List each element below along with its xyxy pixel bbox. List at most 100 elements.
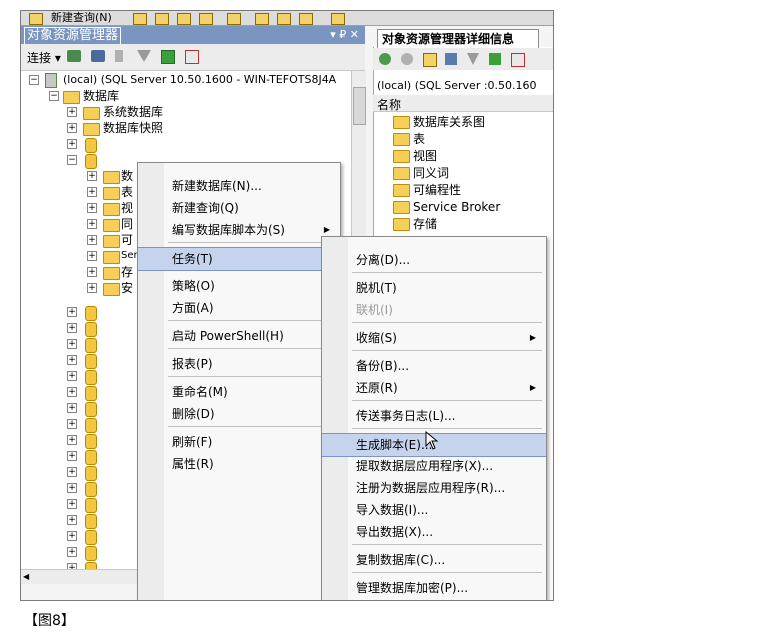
search-icon[interactable] — [511, 53, 525, 67]
tree-child-item[interactable]: 安 — [121, 280, 133, 296]
expand-icon[interactable]: + — [67, 483, 77, 493]
expand-icon[interactable]: + — [87, 219, 97, 229]
connect-button[interactable]: 连接 ▾ — [27, 49, 61, 66]
context-menu-item[interactable]: 刷新(F) — [138, 431, 340, 453]
toolbar-icon[interactable] — [255, 13, 269, 25]
refresh-icon[interactable] — [489, 53, 501, 65]
expand-icon[interactable]: + — [67, 107, 77, 117]
tasks-menu-item[interactable]: 导入数据(I)... — [322, 499, 546, 521]
expand-icon[interactable]: + — [67, 419, 77, 429]
expand-icon[interactable]: + — [67, 339, 77, 349]
expand-icon[interactable]: + — [87, 187, 97, 197]
scroll-left-icon[interactable]: ◀ — [23, 572, 29, 581]
sync-icon[interactable] — [445, 53, 457, 65]
tasks-menu-item[interactable]: 管理数据库加密(P)... — [322, 577, 546, 599]
expand-icon[interactable]: + — [67, 435, 77, 445]
toolbar-icon[interactable] — [199, 13, 213, 25]
context-menu-item[interactable]: 重命名(M) — [138, 381, 340, 403]
context-menu-item[interactable]: 属性(R) — [138, 453, 340, 475]
tasks-menu-item[interactable]: 提取数据层应用程序(X)... — [322, 455, 546, 477]
toolbar-icon[interactable] — [133, 13, 147, 25]
expand-icon[interactable]: + — [67, 387, 77, 397]
tasks-menu-item[interactable]: 传送事务日志(L)... — [322, 405, 546, 427]
details-tab[interactable]: 对象资源管理器详细信息 — [377, 29, 539, 48]
toolbar-icon[interactable] — [299, 13, 313, 25]
details-item[interactable]: 可编程性 — [413, 182, 461, 198]
toolbar-icon[interactable] — [331, 13, 345, 25]
summary-icon[interactable] — [185, 50, 199, 64]
up-icon[interactable] — [423, 53, 437, 67]
expand-icon[interactable]: + — [67, 403, 77, 413]
tasks-menu-item[interactable]: 分离(D)... — [322, 249, 546, 271]
refresh-icon[interactable] — [161, 50, 175, 64]
toolbar-icon[interactable] — [177, 13, 191, 25]
new-query-button[interactable]: 新建查询(N) — [51, 11, 112, 24]
expand-icon[interactable]: + — [87, 283, 97, 293]
expand-icon[interactable]: + — [87, 203, 97, 213]
context-menu-item[interactable]: 报表(P)▶ — [138, 353, 340, 375]
expand-icon[interactable]: + — [67, 467, 77, 477]
toolbar-icon[interactable] — [155, 13, 169, 25]
collapse-icon[interactable]: − — [49, 91, 59, 101]
expand-icon[interactable]: + — [67, 371, 77, 381]
tasks-menu-item[interactable]: 脱机(T) — [322, 277, 546, 299]
expand-icon[interactable]: + — [67, 323, 77, 333]
expand-icon[interactable]: + — [67, 139, 77, 149]
expand-icon[interactable]: + — [87, 171, 97, 181]
details-item[interactable]: Service Broker — [413, 199, 500, 215]
context-menu-item[interactable]: 任务(T)▶ — [138, 247, 340, 271]
tasks-menu-item[interactable]: 备份(B)... — [322, 355, 546, 377]
tasks-menu-item[interactable]: 还原(R) ▶ — [322, 377, 546, 399]
expand-icon[interactable]: + — [67, 451, 77, 461]
details-column-header[interactable]: 名称 — [373, 95, 553, 112]
context-menu-item[interactable]: 删除(D) — [138, 403, 340, 425]
expand-icon[interactable]: + — [87, 267, 97, 277]
tasks-menu-item[interactable]: 注册为数据层应用程序(R)... — [322, 477, 546, 499]
tree-child-item[interactable]: 数 — [121, 168, 133, 184]
expand-icon[interactable]: + — [87, 251, 97, 261]
context-menu-item[interactable]: 策略(O)▶ — [138, 275, 340, 297]
expand-icon[interactable]: + — [87, 235, 97, 245]
tasks-menu-item[interactable]: 收缩(S) ▶ — [322, 327, 546, 349]
expand-icon[interactable]: + — [67, 547, 77, 557]
tree-child-item[interactable]: Ser — [121, 248, 138, 264]
toolbar-icon[interactable] — [277, 13, 291, 25]
pane-controls[interactable]: ▾ ₽ ✕ — [330, 27, 359, 43]
toolbar-icon[interactable] — [29, 13, 43, 25]
disconnect-icon[interactable] — [91, 50, 105, 62]
context-menu-item[interactable]: 新建查询(Q) — [138, 197, 340, 219]
details-item[interactable]: 同义词 — [413, 165, 449, 181]
tree-child-item[interactable]: 同 — [121, 216, 133, 232]
toolbar-icon[interactable] — [227, 13, 241, 25]
tree-child-item[interactable]: 表 — [121, 184, 133, 200]
details-item[interactable]: 表 — [413, 131, 425, 147]
context-menu-item[interactable]: 编写数据库脚本为(S) ▶ — [138, 219, 340, 241]
details-item[interactable]: 存储 — [413, 216, 437, 232]
expand-icon[interactable]: + — [67, 355, 77, 365]
stop-icon[interactable] — [115, 50, 123, 62]
expand-icon[interactable]: + — [67, 499, 77, 509]
collapse-icon[interactable]: − — [29, 75, 39, 85]
context-menu-item[interactable]: 启动 PowerShell(H) — [138, 325, 340, 347]
tasks-menu-item[interactable]: 导出数据(X)... — [322, 521, 546, 543]
tree-server-node[interactable]: (local) (SQL Server 10.50.1600 - WIN-TEF… — [63, 72, 336, 88]
collapse-icon[interactable]: − — [67, 155, 77, 165]
forward-icon[interactable] — [401, 53, 413, 65]
context-menu-item[interactable]: 方面(A) — [138, 297, 340, 319]
expand-icon[interactable]: + — [67, 515, 77, 525]
tasks-menu-item[interactable]: 复制数据库(C)... — [322, 549, 546, 571]
tree-child-item[interactable]: 存 — [121, 264, 133, 280]
back-icon[interactable] — [379, 53, 391, 65]
connect-icon[interactable] — [67, 50, 81, 62]
expand-icon[interactable]: + — [67, 307, 77, 317]
tree-databases-node[interactable]: 数据库 — [83, 88, 119, 104]
tree-system-databases[interactable]: 系统数据库 — [103, 104, 163, 120]
scroll-thumb[interactable] — [353, 87, 366, 125]
details-item[interactable]: 视图 — [413, 148, 437, 164]
filter-icon[interactable] — [137, 50, 151, 62]
tree-child-item[interactable]: 可 — [121, 232, 133, 248]
expand-icon[interactable]: + — [67, 123, 77, 133]
tree-child-item[interactable]: 视 — [121, 200, 133, 216]
expand-icon[interactable]: + — [67, 531, 77, 541]
context-menu-item[interactable]: 新建数据库(N)... — [138, 175, 340, 197]
